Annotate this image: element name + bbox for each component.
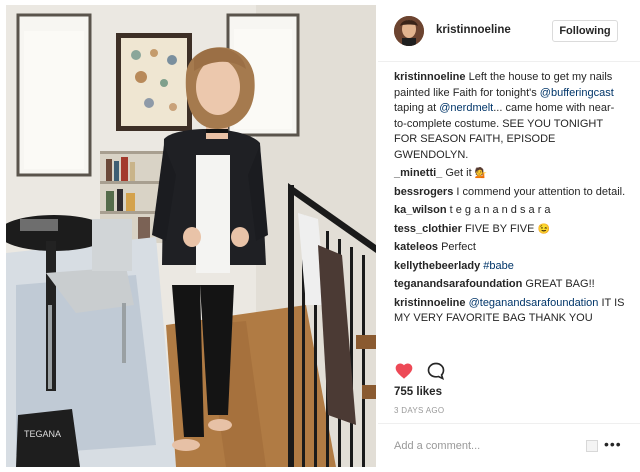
heart-icon[interactable] [394,361,414,381]
post-header: kristinnoeline Following [378,0,640,62]
comment-username[interactable]: kristinnoeline [394,297,466,309]
comment-item: bessrogers I commend your attention to d… [394,185,626,201]
comment-username[interactable]: kristinnoeline [394,71,466,83]
add-comment-section: ••• [378,423,640,467]
comment-text: t e g a n a n d s a r a [449,204,551,216]
action-bar [392,359,632,385]
comment-text: GREAT BAG!! [525,278,595,290]
mention-link[interactable]: @teganandsarafoundation [469,297,599,309]
post-photo[interactable]: TEGANA [6,5,376,467]
comment-username[interactable]: ka_wilson [394,204,447,216]
comment-text: Perfect [441,241,476,253]
comment-input[interactable] [394,436,584,456]
mention-link[interactable]: @bufferingcast [540,87,614,99]
comment-text: Get it [445,167,475,179]
comment-username[interactable]: kateleos [394,241,438,253]
comment-item: kristinnoeline Left the house to get my … [394,70,626,163]
comment-item: ka_wilson t e g a n a n d s a r a [394,203,626,219]
comment-item: _minetti_ Get it 💁 [394,166,626,182]
bag-text: TEGANA [24,429,61,439]
likes-count[interactable]: 755 likes [394,386,442,398]
emoji: 💁 [474,168,488,179]
instagram-post: TEGANA kristinnoeline Following kristinn… [0,0,640,472]
comment-item: kellythebeerlady #babe [394,259,626,275]
comment-username[interactable]: tess_clothier [394,223,462,235]
comment-text: I commend your attention to detail. [456,185,626,198]
following-button[interactable]: Following [552,20,618,42]
post-photo-illustration: TEGANA [6,5,376,467]
upload-icon[interactable] [586,440,598,452]
avatar[interactable] [394,16,424,46]
mention-link[interactable]: #babe [483,260,514,272]
comment-item: teganandsarafoundation GREAT BAG!! [394,277,626,293]
comment-icon[interactable] [426,361,446,381]
comment-text: taping at [394,102,440,114]
post-timestamp[interactable]: 3 DAYS AGO [394,406,444,415]
more-options-icon[interactable]: ••• [604,437,622,455]
emoji: 😉 [537,223,550,235]
comment-username[interactable]: _minetti_ [394,167,442,179]
comment-username[interactable]: bessrogers [394,186,453,198]
comments-list: kristinnoeline Left the house to get my … [394,70,626,330]
post-sidebar: kristinnoeline Following kristinnoeline … [378,0,640,472]
comment-item: kateleos Perfect [394,240,626,256]
comment-username[interactable]: kellythebeerlady [394,260,480,272]
comment-text: FIVE BY FIVE [464,222,538,235]
avatar-image [394,16,424,46]
author-username[interactable]: kristinnoeline [436,24,511,36]
comment-item: tess_clothier FIVE BY FIVE 😉 [394,222,626,238]
comment-username[interactable]: teganandsarafoundation [394,278,522,290]
comment-item: kristinnoeline @teganandsarafoundation I… [394,296,626,327]
mention-link[interactable]: @nerdmelt [439,102,493,114]
